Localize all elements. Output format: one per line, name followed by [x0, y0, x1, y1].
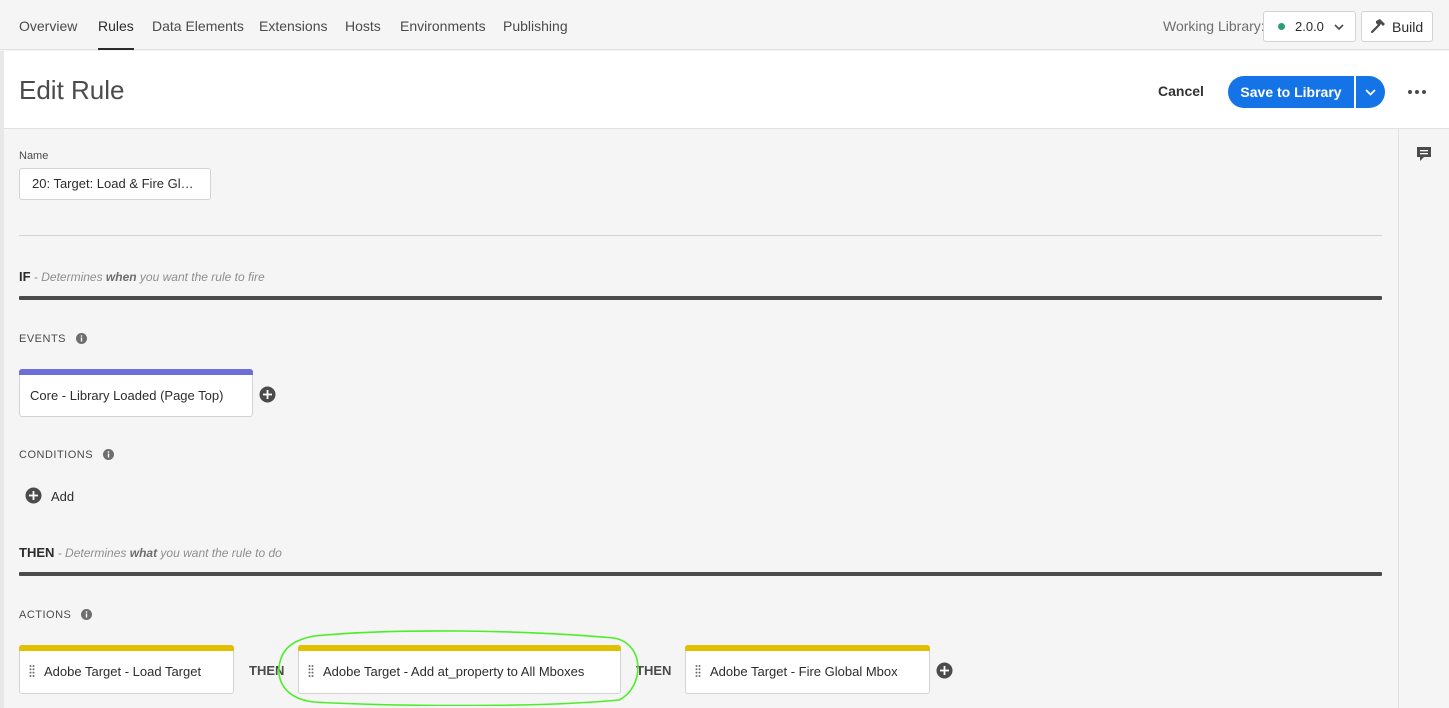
- name-label: Name: [19, 150, 49, 162]
- drag-handle-icon[interactable]: [308, 664, 314, 678]
- then-description: - Determines what you want the rule to d…: [54, 546, 282, 560]
- add-condition-icon[interactable]: [25, 487, 42, 504]
- rule-name-input[interactable]: 20: Target: Load & Fire Glo...: [19, 168, 211, 200]
- tab-hosts[interactable]: Hosts: [345, 0, 381, 50]
- action-card-bar: [685, 645, 930, 651]
- hammer-icon: [1370, 19, 1385, 34]
- conditions-label: CONDITIONS: [19, 449, 114, 461]
- chevron-down-icon: [1334, 24, 1344, 31]
- action-card[interactable]: Adobe Target - Add at_property to All Mb…: [298, 645, 621, 694]
- info-icon[interactable]: [75, 333, 87, 344]
- comment-icon[interactable]: [1415, 145, 1433, 163]
- drag-handle-icon[interactable]: [29, 664, 35, 678]
- working-library-label: Working Library:: [1163, 18, 1265, 34]
- drag-handle-icon[interactable]: [695, 664, 701, 678]
- library-select[interactable]: 2.0.0: [1263, 11, 1356, 42]
- event-card-bar: [19, 369, 253, 375]
- info-icon[interactable]: [102, 449, 114, 460]
- page-title: Edit Rule: [19, 75, 125, 105]
- if-heading-label: IF: [19, 269, 31, 284]
- save-to-library-button[interactable]: Save to Library: [1228, 76, 1354, 108]
- tab-data-elements[interactable]: Data Elements: [152, 0, 244, 50]
- tab-overview[interactable]: Overview: [19, 0, 77, 50]
- add-condition-button[interactable]: Add: [51, 489, 74, 504]
- tab-extensions[interactable]: Extensions: [259, 0, 327, 50]
- events-label: EVENTS: [19, 333, 87, 345]
- if-divider: [19, 296, 1382, 300]
- chevron-down-icon: [1365, 89, 1376, 96]
- then-connector: THEN: [636, 663, 672, 678]
- build-button[interactable]: Build: [1361, 11, 1433, 42]
- action-card-label: Adobe Target - Fire Global Mbox: [710, 664, 898, 679]
- info-icon[interactable]: [80, 609, 92, 620]
- save-options-button[interactable]: [1356, 76, 1385, 108]
- then-divider: [19, 572, 1382, 576]
- divider: [19, 235, 1382, 236]
- tab-publishing[interactable]: Publishing: [503, 0, 568, 50]
- more-icon[interactable]: [1406, 83, 1428, 101]
- if-heading: IF - Determines when you want the rule t…: [19, 269, 265, 284]
- action-card-label: Adobe Target - Add at_property to All Mb…: [323, 664, 585, 679]
- event-card-label: Core - Library Loaded (Page Top): [30, 388, 224, 403]
- library-version: 2.0.0: [1295, 19, 1324, 34]
- event-card[interactable]: Core - Library Loaded (Page Top): [19, 369, 253, 417]
- cancel-button[interactable]: Cancel: [1158, 83, 1204, 99]
- edit-rule-header: Edit Rule Cancel Save to Library: [4, 51, 1449, 129]
- action-card[interactable]: Adobe Target - Fire Global Mbox: [685, 645, 930, 694]
- action-card-bar: [298, 645, 621, 651]
- add-action-icon[interactable]: [936, 662, 953, 679]
- action-card-bar: [19, 645, 234, 651]
- actions-label: ACTIONS: [19, 609, 92, 621]
- then-heading-label: THEN: [19, 545, 55, 560]
- if-description: - Determines when you want the rule to f…: [30, 270, 265, 284]
- left-strip: [0, 51, 4, 708]
- tab-environments[interactable]: Environments: [400, 0, 486, 50]
- then-connector: THEN: [249, 663, 285, 678]
- library-status-dot: [1278, 23, 1285, 30]
- action-card[interactable]: Adobe Target - Load Target: [19, 645, 234, 694]
- build-label: Build: [1392, 19, 1424, 35]
- action-card-label: Adobe Target - Load Target: [44, 664, 202, 679]
- tab-rules[interactable]: Rules: [98, 0, 134, 50]
- then-heading: THEN - Determines what you want the rule…: [19, 545, 282, 560]
- add-event-icon[interactable]: [259, 386, 276, 403]
- top-nav: Overview Rules Data Elements Extensions …: [0, 0, 1449, 50]
- right-rail: [1398, 129, 1449, 708]
